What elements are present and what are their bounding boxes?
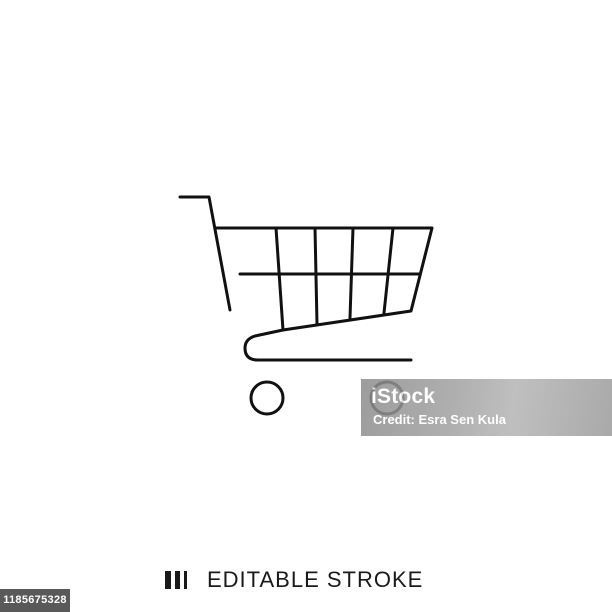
watermark: iStock Credit: Esra Sen Kula	[361, 379, 612, 436]
cart-basket	[214, 226, 434, 332]
cart-handle	[178, 195, 232, 312]
shopping-cart-icon	[178, 195, 434, 416]
cart-base	[243, 328, 413, 362]
watermark-credit: Credit: Esra Sen Kula	[373, 412, 506, 427]
icon-canvas: iStock Credit: Esra Sen Kula 1185675328 …	[0, 0, 612, 612]
footer-caption: EDITABLE STROKE	[165, 565, 423, 595]
cart-grid-vertical-1	[274, 226, 285, 332]
cart-grid-vertical-2	[313, 226, 319, 326]
editable-stroke-icon	[165, 571, 187, 589]
stock-id-badge: 1185675328	[0, 589, 70, 612]
cart-grid-vertical-3	[348, 226, 355, 320]
cart-wheel-left	[249, 380, 285, 416]
footer-label: EDITABLE STROKE	[207, 567, 424, 592]
watermark-logo: iStock	[371, 385, 436, 408]
cart-grid-vertical-4	[382, 226, 395, 315]
